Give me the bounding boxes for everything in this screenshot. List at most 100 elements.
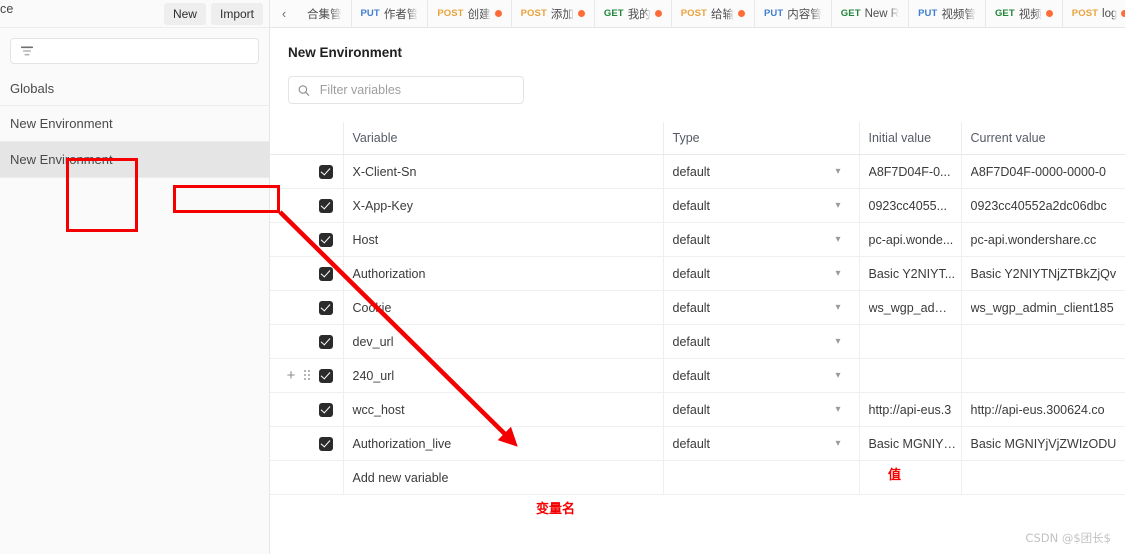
- tabs-scroll-left-button[interactable]: ‹: [270, 0, 298, 27]
- cell-type[interactable]: default ▾: [663, 290, 860, 325]
- cell-type[interactable]: default ▾: [663, 222, 860, 257]
- sidebar-toolbar: ce New Import: [0, 0, 269, 28]
- cell-variable[interactable]: X-App-Key: [343, 188, 664, 223]
- table-row[interactable]: wcc_host default ▾ http://api-eus.3 http://a…: [270, 392, 1125, 427]
- request-tab[interactable]: GET 视频: [984, 0, 1062, 27]
- row-checkbox[interactable]: [318, 198, 333, 213]
- add-row-icon[interactable]: +: [286, 368, 297, 383]
- add-new-variable-input[interactable]: Add new variable: [343, 460, 664, 495]
- request-tab[interactable]: GET 我的: [593, 0, 671, 27]
- csdn-watermark: CSDN @$团长$: [1025, 531, 1111, 545]
- table-row[interactable]: X-App-Key default ▾ 0923cc4055... 0923cc4055…: [270, 188, 1125, 223]
- table-row[interactable]: +240_url default ▾: [270, 358, 1125, 393]
- tab-title: 内容管: [787, 8, 822, 21]
- cell-current-value[interactable]: http://api-eus.300624.co: [961, 392, 1125, 427]
- request-tab[interactable]: PUT 作者管: [350, 0, 428, 27]
- chevron-down-icon[interactable]: ▾: [835, 438, 840, 449]
- cell-current-value[interactable]: 0923cc40552a2dc06dbc: [961, 188, 1125, 223]
- chevron-down-icon[interactable]: ▾: [835, 268, 840, 279]
- cell-current-value[interactable]: [961, 358, 1125, 393]
- table-row[interactable]: dev_url default ▾: [270, 324, 1125, 359]
- filter-variables-input[interactable]: [317, 82, 514, 98]
- request-tab[interactable]: GET New R: [830, 0, 909, 27]
- chevron-down-icon[interactable]: ▾: [835, 404, 840, 415]
- cell-initial-value[interactable]: pc-api.wonde...: [859, 222, 962, 257]
- cell-variable[interactable]: wcc_host: [343, 392, 664, 427]
- cell-initial-value[interactable]: Basic Y2NIYT...: [859, 256, 962, 291]
- cell-current-value[interactable]: Basic Y2NIYTNjZTBkZjQv: [961, 256, 1125, 291]
- table-row[interactable]: X-Client-Sn default ▾ A8F7D04F-0... A8F7D04F…: [270, 154, 1125, 189]
- table-row[interactable]: Authorization default ▾ Basic Y2NIYT... Basi…: [270, 256, 1125, 291]
- row-checkbox[interactable]: [318, 436, 333, 451]
- row-checkbox[interactable]: [318, 402, 333, 417]
- request-tab[interactable]: 合集管: [298, 0, 351, 27]
- filter-variables-field[interactable]: [288, 76, 524, 104]
- col-header-current-value[interactable]: Current value: [961, 122, 1125, 155]
- request-tab[interactable]: POST 创建: [427, 0, 511, 27]
- chevron-down-icon[interactable]: ▾: [835, 166, 840, 177]
- cell-initial-value[interactable]: [859, 358, 962, 393]
- request-tab[interactable]: PUT 内容管: [753, 0, 831, 27]
- row-checkbox[interactable]: [318, 266, 333, 281]
- drag-handle-icon[interactable]: [303, 370, 312, 382]
- request-tab[interactable]: POST 添加: [510, 0, 594, 27]
- chevron-down-icon[interactable]: ▾: [835, 200, 840, 211]
- cell-current-value[interactable]: Basic MGNIYjVjZWIzODU: [961, 426, 1125, 461]
- cell-variable[interactable]: Authorization: [343, 256, 664, 291]
- cell-current-value[interactable]: pc-api.wondershare.cc: [961, 222, 1125, 257]
- request-tab[interactable]: PUT 视频管: [908, 0, 985, 27]
- chevron-down-icon[interactable]: ▾: [835, 336, 840, 347]
- cell-current-value[interactable]: ws_wgp_admin_client185: [961, 290, 1125, 325]
- table-row[interactable]: Authorization_live default ▾ Basic MGNIYj..…: [270, 426, 1125, 461]
- row-checkbox[interactable]: [318, 164, 333, 179]
- cell-type[interactable]: default ▾: [663, 188, 860, 223]
- chevron-down-icon[interactable]: ▾: [835, 234, 840, 245]
- type-value: default: [672, 164, 711, 179]
- cell-variable[interactable]: Host: [343, 222, 664, 257]
- cell-type[interactable]: default ▾: [663, 256, 860, 291]
- chevron-down-icon[interactable]: ▾: [835, 370, 840, 381]
- col-header-variable[interactable]: Variable: [343, 122, 664, 155]
- table-row[interactable]: Cookie default ▾ ws_wgp_admi... ws_wgp_admin…: [270, 290, 1125, 325]
- tab-method-label: PUT: [763, 8, 784, 19]
- col-header-type[interactable]: Type: [663, 122, 860, 155]
- cell-initial-value[interactable]: 0923cc4055...: [859, 188, 962, 223]
- postman-environment-window: ce New Import Globals New Environment Ne…: [0, 0, 1125, 554]
- sidebar-item-globals[interactable]: Globals: [0, 72, 269, 106]
- cell-variable[interactable]: dev_url: [343, 324, 664, 359]
- cell-initial-value[interactable]: [859, 324, 962, 359]
- cell-initial-value[interactable]: ws_wgp_admi...: [859, 290, 962, 325]
- cell-initial-value[interactable]: [859, 460, 962, 495]
- cell-type[interactable]: default ▾: [663, 358, 860, 393]
- new-button[interactable]: New: [163, 2, 206, 25]
- cell-current-value[interactable]: [961, 460, 1125, 495]
- row-checkbox[interactable]: [318, 232, 333, 247]
- cell-type[interactable]: default ▾: [663, 392, 860, 427]
- col-header-initial-value[interactable]: Initial value: [859, 122, 962, 155]
- cell-type[interactable]: default ▾: [663, 426, 860, 461]
- row-checkbox[interactable]: [318, 300, 333, 315]
- row-checkbox[interactable]: [318, 368, 333, 383]
- cell-variable[interactable]: Cookie: [343, 290, 664, 325]
- cell-initial-value[interactable]: http://api-eus.3: [859, 392, 962, 427]
- request-tab[interactable]: POST log: [1061, 0, 1125, 27]
- sidebar-filter-input[interactable]: [10, 38, 259, 64]
- cell-type[interactable]: [663, 460, 860, 495]
- cell-variable[interactable]: 240_url: [343, 358, 664, 393]
- add-new-variable-row[interactable]: Add new variable: [270, 460, 1125, 495]
- request-tab[interactable]: POST 给输: [670, 0, 754, 27]
- cell-current-value[interactable]: A8F7D04F-0000-0000-0: [961, 154, 1125, 189]
- sidebar-item-environment-2[interactable]: New Environment: [0, 142, 269, 178]
- row-checkbox[interactable]: [318, 334, 333, 349]
- cell-current-value[interactable]: [961, 324, 1125, 359]
- cell-variable[interactable]: Authorization_live: [343, 426, 664, 461]
- cell-initial-value[interactable]: Basic MGNIYj...: [859, 426, 962, 461]
- cell-type[interactable]: default ▾: [663, 324, 860, 359]
- table-row[interactable]: Host default ▾ pc-api.wonde... pc-api.wonder…: [270, 222, 1125, 257]
- cell-type[interactable]: default ▾: [663, 154, 860, 189]
- chevron-down-icon[interactable]: ▾: [835, 302, 840, 313]
- cell-initial-value[interactable]: A8F7D04F-0...: [859, 154, 962, 189]
- import-button[interactable]: Import: [210, 2, 263, 25]
- cell-variable[interactable]: X-Client-Sn: [343, 154, 664, 189]
- sidebar-item-environment-1[interactable]: New Environment: [0, 106, 269, 142]
